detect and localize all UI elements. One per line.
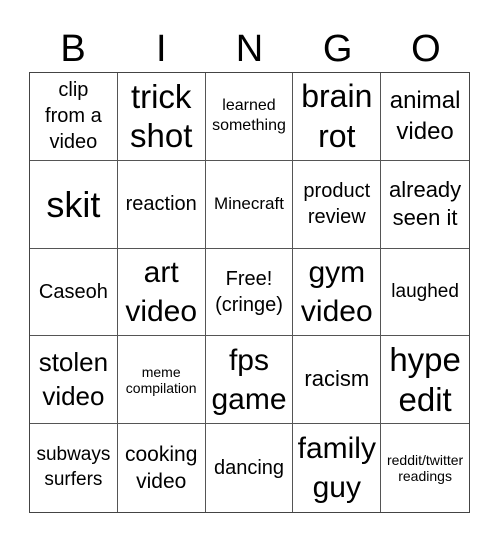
header-letter-n: N	[235, 28, 264, 70]
bingo-header: B I N G O	[29, 26, 470, 72]
header-letter-o: O	[411, 28, 441, 70]
bingo-cell[interactable]: cooking video	[118, 424, 206, 512]
bingo-cell[interactable]: gym video	[293, 248, 382, 337]
bingo-cell[interactable]: skit	[30, 160, 118, 249]
bingo-cell[interactable]: trick shot	[117, 73, 206, 161]
bingo-cell[interactable]: laughed	[381, 249, 469, 337]
bingo-cell[interactable]: animal video	[381, 73, 469, 161]
bingo-cell[interactable]: product review	[293, 160, 382, 249]
bingo-cell[interactable]: stolen video	[30, 336, 118, 425]
bingo-cell[interactable]: reddit/twitter readings	[381, 424, 469, 512]
bingo-cell[interactable]: family guy	[293, 424, 382, 512]
bingo-cell[interactable]: Minecraft	[205, 160, 294, 249]
bingo-cell[interactable]: reaction	[117, 160, 206, 249]
bingo-cell[interactable]: racism	[293, 336, 382, 425]
bingo-cell[interactable]: subways surfers	[30, 424, 118, 512]
header-letter-i: I	[156, 28, 167, 70]
bingo-cell[interactable]: Caseoh	[30, 248, 118, 337]
bingo-cell[interactable]: learned something	[205, 73, 294, 161]
bingo-cell[interactable]: clip from a video	[30, 73, 118, 161]
bingo-grid: clip from a video trick shot learned som…	[29, 72, 470, 513]
bingo-cell[interactable]: brain rot	[293, 73, 382, 161]
free-space-cell[interactable]: Free! (cringe)	[205, 248, 294, 337]
bingo-cell[interactable]: already seen it	[381, 161, 469, 249]
bingo-cell[interactable]: dancing	[206, 424, 294, 512]
header-letter-b: B	[60, 28, 86, 70]
bingo-cell[interactable]: art video	[117, 248, 206, 337]
bingo-cell[interactable]: meme compilation	[117, 336, 206, 425]
bingo-cell[interactable]: hype edit	[381, 336, 469, 425]
bingo-cell[interactable]: fps game	[205, 336, 294, 425]
header-letter-g: G	[322, 28, 353, 70]
